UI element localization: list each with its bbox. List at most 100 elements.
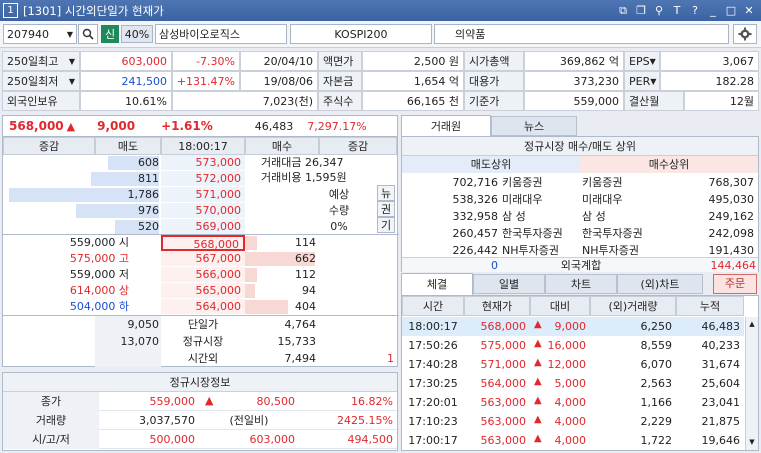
- tab-daily[interactable]: 일별: [473, 274, 545, 294]
- order-button[interactable]: 주문: [713, 274, 757, 294]
- sell-broker[interactable]: 키움증권: [502, 174, 580, 191]
- close-icon[interactable]: ✕: [743, 4, 755, 17]
- sell-broker[interactable]: 삼 성: [502, 208, 580, 225]
- trade-cell: 17:20:01: [408, 396, 458, 409]
- tab-broker[interactable]: 거래원: [401, 115, 491, 137]
- stock-code-input[interactable]: 207940 ▼: [3, 24, 77, 44]
- buy-top-header: 매수상위: [580, 156, 758, 173]
- bid-price[interactable]: 568,000: [161, 235, 245, 251]
- trade-header-0: 시간: [402, 296, 464, 316]
- total-ask: 13,070: [95, 333, 161, 350]
- regular-cell: 80,500: [256, 395, 296, 408]
- info-row2-cell-9: 182.28: [660, 71, 759, 91]
- dropdown-arrow-icon[interactable]: ▼: [69, 77, 75, 86]
- sell-volume: 332,958: [452, 210, 499, 223]
- total-ask: 9,050: [95, 316, 161, 333]
- info-row1-cell-1: 603,000: [80, 51, 172, 71]
- trade-cell: 1,166: [640, 396, 673, 409]
- side-button-2[interactable]: 기: [377, 217, 395, 233]
- settings-button[interactable]: [733, 24, 757, 44]
- info-row1-cell-6: 시가총액: [464, 51, 524, 71]
- info-row2-cell-6: 대용가: [464, 71, 524, 91]
- trade-cell: 40,233: [701, 339, 741, 352]
- total-bid: 4,764: [284, 318, 317, 331]
- price-stat: 559,000 시: [69, 236, 129, 249]
- trades-scrollbar[interactable]: [745, 317, 758, 450]
- tab-news[interactable]: 뉴스: [491, 116, 577, 136]
- buy-broker[interactable]: 키움증권: [582, 174, 662, 191]
- help-icon[interactable]: ?: [689, 4, 701, 17]
- dropdown-arrow-icon[interactable]: ▼: [650, 77, 656, 86]
- foreign-label: 외국계합: [500, 257, 662, 272]
- search-button[interactable]: [78, 24, 98, 44]
- triangle-up-icon: ▲: [534, 319, 542, 330]
- info-row2-cell-7: 373,230: [524, 71, 624, 91]
- info-row3-cell-6: 559,000: [524, 91, 624, 111]
- total-label: 정규시장: [182, 335, 224, 348]
- buy-volume: 249,162: [708, 210, 755, 223]
- info-row3-cell-7: 결산월: [624, 91, 684, 111]
- buy-volume: 495,030: [708, 193, 755, 206]
- bid-quantity: 404: [295, 300, 316, 313]
- link-icon[interactable]: ⧉: [617, 4, 629, 17]
- dropdown-arrow-icon[interactable]: ▼: [650, 57, 656, 66]
- pin-icon[interactable]: ⚲: [653, 4, 665, 17]
- scroll-down-icon[interactable]: ▼: [746, 436, 758, 448]
- tab-chart[interactable]: 차트: [545, 274, 617, 294]
- bid-price[interactable]: 566,000: [161, 267, 245, 283]
- sell-volume: 538,326: [452, 193, 499, 206]
- total-bid: 15,733: [277, 335, 317, 348]
- ask-price[interactable]: 571,000: [161, 187, 245, 203]
- ask-price[interactable]: 570,000: [161, 203, 245, 219]
- toolbar: 207940 ▼ 신 40% 삼성바이오로직스 KOSPI200 의약품: [0, 21, 761, 48]
- maximize-icon[interactable]: □: [725, 4, 737, 17]
- tab-foreign-chart[interactable]: (외)차트: [617, 274, 703, 294]
- orderbook-header-1: 매도: [95, 137, 161, 155]
- tab-trades[interactable]: 체결: [401, 273, 473, 295]
- regular-cell: 500,000: [149, 433, 196, 446]
- ask-quantity: 976: [138, 204, 159, 217]
- regular-cell: 16.82%: [351, 395, 393, 408]
- expected-label: 0%: [330, 220, 348, 233]
- trade-cell: 8,559: [640, 339, 673, 352]
- side-button-1[interactable]: 권: [377, 201, 395, 217]
- price-stat: 504,000 하: [69, 300, 129, 313]
- dropdown-arrow-icon[interactable]: ▼: [67, 30, 73, 39]
- regular-cell: 559,000: [149, 395, 196, 408]
- regular-cell: 종가: [3, 392, 99, 411]
- trade-cell: 46,483: [676, 317, 744, 336]
- buy-broker[interactable]: 삼 성: [582, 208, 662, 225]
- info-row1-cell-3: 20/04/10: [240, 51, 318, 71]
- bid-price[interactable]: 564,000: [161, 299, 245, 315]
- buy-broker[interactable]: 한국투자증권: [582, 225, 662, 242]
- scroll-up-icon[interactable]: ▲: [746, 318, 758, 330]
- trade-cell: 563,000: [480, 434, 527, 447]
- ask-price[interactable]: 569,000: [161, 219, 245, 235]
- copy-icon[interactable]: ❐: [635, 4, 647, 17]
- trade-cell: 1,722: [640, 434, 673, 447]
- gear-icon: [738, 27, 752, 41]
- trade-cell: 571,000: [480, 358, 527, 371]
- sell-broker[interactable]: 한국투자증권: [502, 225, 580, 242]
- sell-volume: 702,716: [452, 176, 499, 189]
- sell-broker[interactable]: 미래대우: [502, 191, 580, 208]
- text-icon[interactable]: T: [671, 4, 683, 17]
- total-ask: [95, 350, 161, 367]
- total-label: 시간외: [187, 352, 219, 365]
- side-button-0[interactable]: 뉴: [377, 185, 395, 201]
- bid-price[interactable]: 565,000: [161, 283, 245, 299]
- window-title: [1301] 시간외단일가 현재가: [23, 3, 164, 18]
- trade-cell: 17:50:26: [408, 339, 458, 352]
- trades-panel: 시간 현재가 대비 (외)거래량 누적 18:00:17 568,000 9,000 6,250…: [401, 295, 759, 451]
- buy-broker[interactable]: 미래대우: [582, 191, 662, 208]
- dropdown-arrow-icon[interactable]: ▼: [69, 57, 75, 66]
- bid-price[interactable]: 567,000: [161, 251, 245, 267]
- regular-row: 종가 559,000 80,500 16.82% ▲: [3, 392, 397, 411]
- price-stat: 614,000 상: [69, 284, 129, 297]
- ask-price[interactable]: 572,000: [161, 171, 245, 187]
- minimize-icon[interactable]: _: [707, 4, 719, 17]
- ask-price[interactable]: 573,000: [161, 155, 245, 171]
- regular-cell: 시/고/저: [3, 430, 99, 449]
- trade-cell: 18:00:17: [402, 317, 464, 336]
- orderbook-header-4: 증감: [319, 137, 397, 155]
